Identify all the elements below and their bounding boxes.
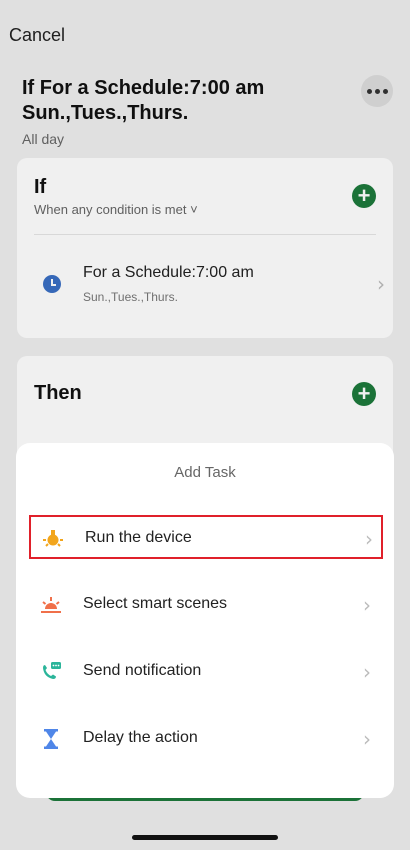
chevron-right-icon: › bbox=[363, 593, 371, 617]
bulb-icon bbox=[41, 527, 65, 551]
task-item-send-notification[interactable]: Send notification › bbox=[29, 650, 383, 694]
task-item-smart-scenes[interactable]: Select smart scenes › bbox=[29, 583, 383, 627]
hourglass-icon bbox=[39, 727, 63, 751]
chevron-right-icon: › bbox=[365, 527, 373, 551]
task-label: Send notification bbox=[83, 662, 202, 679]
home-indicator bbox=[132, 835, 278, 840]
task-label: Select smart scenes bbox=[83, 595, 228, 612]
sheet-title: Add Task bbox=[174, 464, 236, 481]
task-label: Run the device bbox=[85, 529, 192, 546]
chevron-right-icon: › bbox=[363, 727, 371, 751]
task-item-delay-action[interactable]: Delay the action › bbox=[29, 717, 383, 761]
add-task-sheet: Add Task Run the device › Select smart s… bbox=[16, 443, 394, 798]
task-label: Delay the action bbox=[83, 729, 198, 746]
phone-message-icon bbox=[39, 660, 63, 684]
chevron-right-icon: › bbox=[363, 660, 371, 684]
task-item-run-device[interactable]: Run the device › bbox=[29, 515, 383, 559]
sunrise-icon bbox=[39, 593, 63, 617]
